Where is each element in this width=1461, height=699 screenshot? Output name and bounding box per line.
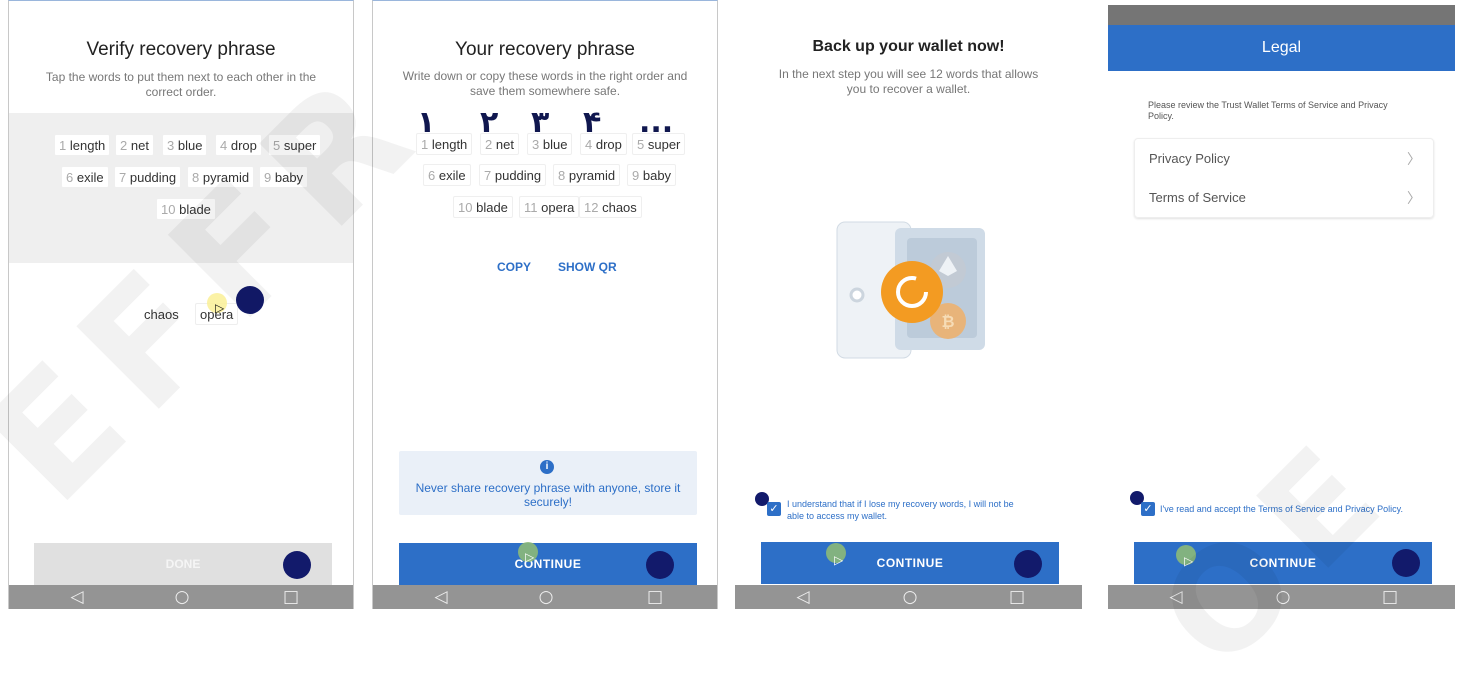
word-chip[interactable]: 5 super <box>268 134 322 156</box>
word-chip[interactable]: 1 length <box>54 134 111 156</box>
subtitle: In the next step you will see 12 words t… <box>778 67 1039 96</box>
screen-legal: Legal Please review the Trust Wallet Ter… <box>1108 0 1455 609</box>
warning-text: Never share recovery phrase with anyone,… <box>415 481 681 495</box>
word-chip[interactable]: 9 baby <box>259 166 309 188</box>
word-chip[interactable]: 9 baby <box>627 164 677 186</box>
intro-text: Please review the Trust Wallet Terms of … <box>1148 100 1388 121</box>
android-nav-bar: ◁ ○ □ <box>373 585 717 609</box>
touch-marker <box>283 551 311 579</box>
subtitle: Write down or copy these words in the ri… <box>402 69 688 98</box>
word-chip[interactable]: 4 drop <box>580 133 627 155</box>
show-qr-button[interactable]: SHOW QR <box>558 260 617 274</box>
safe-illustration: ₿ <box>835 220 985 360</box>
recents-square-icon[interactable]: □ <box>1007 587 1027 607</box>
terms-of-service-item[interactable]: Terms of Service 〉 <box>1135 178 1433 217</box>
page-title: Back up your wallet now! <box>812 38 1005 55</box>
subtitle: Tap the words to put them next to each o… <box>45 70 317 99</box>
word-chip[interactable]: 12 chaos <box>579 196 642 218</box>
cursor-icon: ▷ <box>215 301 225 315</box>
accept-label: I understand that if I lose my recovery … <box>787 499 1014 521</box>
word-chip[interactable]: 11 opera <box>519 196 580 218</box>
word-chip[interactable]: 3 blue <box>527 133 573 155</box>
app-header: Legal <box>1108 25 1455 71</box>
page-title: Your recovery phrase <box>455 39 635 60</box>
home-circle-icon[interactable]: ○ <box>900 587 920 607</box>
svg-text:₿: ₿ <box>941 312 954 331</box>
cursor-icon: ▷ <box>1184 554 1194 568</box>
copy-button[interactable]: COPY <box>497 260 531 274</box>
word-chip[interactable]: 6 exile <box>423 164 471 186</box>
page-title: Verify recovery phrase <box>86 39 276 60</box>
privacy-policy-item[interactable]: Privacy Policy 〉 <box>1135 139 1433 178</box>
touch-marker <box>236 286 264 314</box>
word-chip[interactable]: 6 exile <box>61 166 109 188</box>
recents-square-icon[interactable]: □ <box>1380 587 1400 607</box>
word-chip[interactable]: 7 pudding <box>114 166 182 188</box>
home-circle-icon[interactable]: ○ <box>536 587 556 607</box>
back-triangle-icon[interactable]: ◁ <box>793 587 813 607</box>
word-chip[interactable]: 10 blade <box>156 198 216 220</box>
word-chip[interactable]: 8 pyramid <box>187 166 255 188</box>
word-chip[interactable]: 8 pyramid <box>553 164 621 186</box>
word-chip[interactable]: 2 net <box>115 134 154 156</box>
touch-marker <box>646 551 674 579</box>
recents-square-icon[interactable]: □ <box>281 587 301 607</box>
info-icon: i <box>540 460 554 474</box>
screen-backup: Back up your wallet now! In the next ste… <box>735 0 1082 609</box>
back-triangle-icon[interactable]: ◁ <box>67 587 87 607</box>
home-circle-icon[interactable]: ○ <box>172 587 192 607</box>
home-circle-icon[interactable]: ○ <box>1273 587 1293 607</box>
status-bar <box>1108 5 1455 25</box>
word-chip[interactable]: 3 blue <box>162 134 208 156</box>
android-nav-bar: ◁ ○ □ <box>1108 585 1455 609</box>
accept-checkbox[interactable]: ✓ <box>767 502 781 516</box>
chevron-right-icon: 〉 <box>1407 151 1421 167</box>
recents-square-icon[interactable]: □ <box>645 587 665 607</box>
accept-label: I've read and accept the Terms of Servic… <box>1160 504 1403 514</box>
word-chip[interactable]: 7 pudding <box>479 164 547 186</box>
word-chip[interactable]: 2 net <box>480 133 519 155</box>
back-triangle-icon[interactable]: ◁ <box>1166 587 1186 607</box>
back-triangle-icon[interactable]: ◁ <box>431 587 451 607</box>
android-nav-bar: ◁ ○ □ <box>735 585 1082 609</box>
screen-phrase: Your recovery phrase Write down or copy … <box>372 0 718 609</box>
accept-checkbox[interactable]: ✓ <box>1141 502 1155 516</box>
android-nav-bar: ◁ ○ □ <box>9 585 353 609</box>
warning-box: i Never share recovery phrase with anyon… <box>399 451 697 515</box>
cursor-icon: ▷ <box>834 553 844 567</box>
touch-marker <box>1392 549 1420 577</box>
touch-marker <box>1014 550 1042 578</box>
cursor-icon: ▷ <box>525 550 535 564</box>
word-chip[interactable]: 1 length <box>416 133 473 155</box>
word-chip[interactable]: 10 blade <box>453 196 513 218</box>
screen-verify: Verify recovery phrase Tap the words to … <box>8 0 354 609</box>
legal-list: Privacy Policy 〉 Terms of Service 〉 <box>1134 138 1434 218</box>
chevron-right-icon: 〉 <box>1407 190 1421 206</box>
word-chip[interactable]: 5 super <box>632 133 686 155</box>
selected-word-chaos[interactable]: chaos <box>139 303 184 325</box>
word-chip[interactable]: 4 drop <box>215 134 262 156</box>
